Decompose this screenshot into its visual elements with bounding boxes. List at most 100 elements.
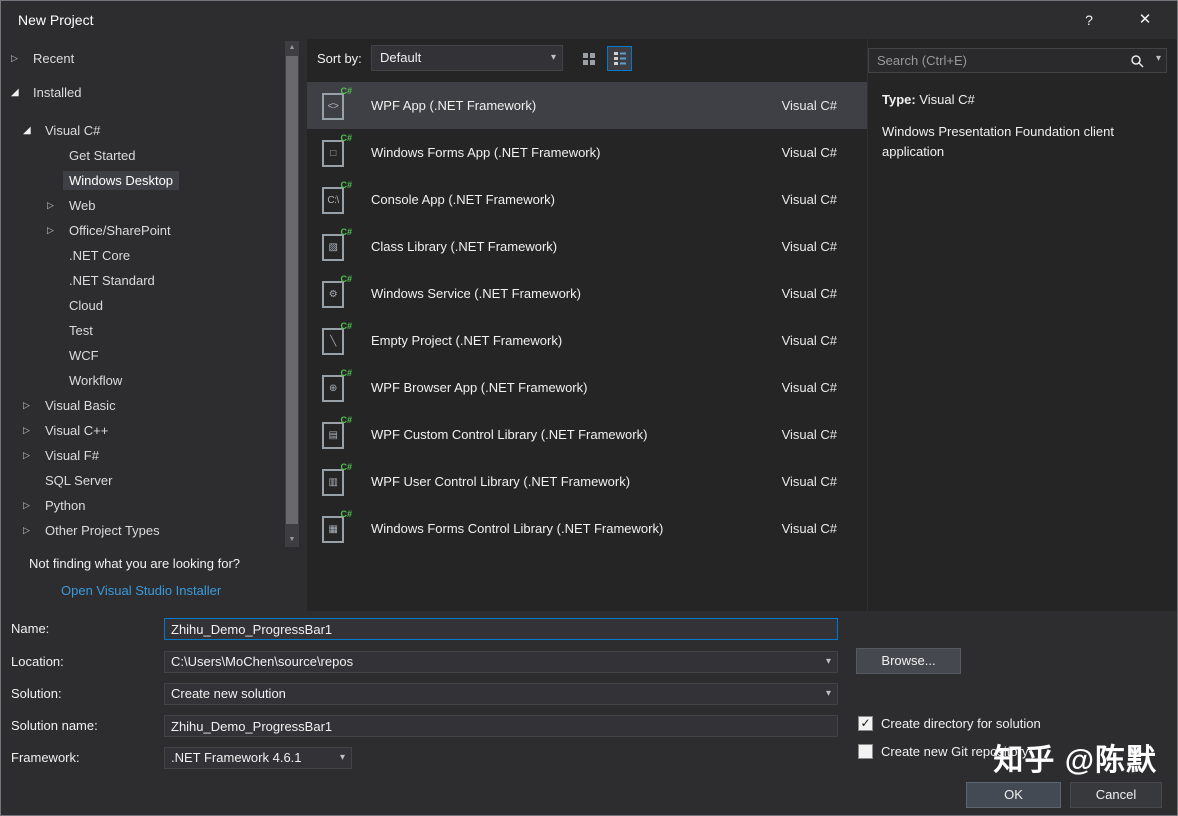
sidebar-item-visual-c-[interactable]: ◢ Visual C# bbox=[1, 118, 283, 143]
template-row[interactable]: <> C# WPF App (.NET Framework) Visual C# bbox=[307, 82, 867, 129]
sidebar-item-get-started[interactable]: Get Started bbox=[1, 143, 283, 168]
title-bar: New Project ? ✕ bbox=[1, 1, 1177, 39]
cancel-button[interactable]: Cancel bbox=[1070, 782, 1162, 808]
framework-value: .NET Framework 4.6.1 bbox=[171, 750, 302, 765]
template-row[interactable]: ▤ C# WPF Custom Control Library (.NET Fr… bbox=[307, 411, 867, 458]
sort-dropdown[interactable]: Default bbox=[371, 45, 563, 71]
tree-arrow-icon[interactable]: ◢ bbox=[21, 125, 39, 136]
wpf-user-control-icon: ▥ C# bbox=[319, 462, 353, 499]
sidebar-item-visual-basic[interactable]: ▷ Visual Basic bbox=[1, 393, 283, 418]
sidebar-item-web[interactable]: ▷ Web bbox=[1, 193, 283, 218]
solution-label: Solution: bbox=[11, 686, 62, 701]
checkbox-icon[interactable] bbox=[858, 744, 873, 759]
sidebar-item-wcf[interactable]: WCF bbox=[1, 343, 283, 368]
tree-arrow-icon[interactable]: ▷ bbox=[45, 225, 63, 236]
type-value: Visual C# bbox=[919, 92, 975, 107]
location-value: C:\Users\MoChen\source\repos bbox=[171, 654, 354, 669]
template-language: Visual C# bbox=[781, 286, 837, 301]
sidebar-item-other-project-types[interactable]: ▷ Other Project Types bbox=[1, 518, 283, 543]
sidebar-item-python[interactable]: ▷ Python bbox=[1, 493, 283, 518]
template-name: Windows Service (.NET Framework) bbox=[371, 286, 581, 301]
template-language: Visual C# bbox=[781, 145, 837, 160]
windows-service-icon: ⚙ C# bbox=[319, 274, 353, 311]
sidebar-item-visual-c-[interactable]: ▷ Visual C++ bbox=[1, 418, 283, 443]
create-directory-checkbox[interactable]: Create directory for solution bbox=[858, 716, 1041, 731]
scroll-down-icon[interactable] bbox=[285, 533, 299, 547]
csharp-badge: C# bbox=[340, 414, 352, 425]
tree-arrow-icon[interactable]: ▷ bbox=[21, 400, 39, 411]
csharp-badge: C# bbox=[340, 179, 352, 190]
tree-arrow-icon[interactable]: ▷ bbox=[21, 500, 39, 511]
checkbox-icon[interactable] bbox=[858, 716, 873, 731]
chevron-down-icon[interactable] bbox=[340, 748, 345, 768]
scroll-up-icon[interactable] bbox=[285, 41, 299, 55]
sidebar-tree: ▷ Recent ◢ Installed ◢ Visual C# Get Sta… bbox=[1, 46, 283, 543]
name-label: Name: bbox=[11, 621, 50, 636]
sidebar-item--net-core[interactable]: .NET Core bbox=[1, 243, 283, 268]
template-row[interactable]: C:\ C# Console App (.NET Framework) Visu… bbox=[307, 176, 867, 223]
sidebar-item-cloud[interactable]: Cloud bbox=[1, 293, 283, 318]
tree-item-label: Visual F# bbox=[45, 448, 99, 463]
sidebar-item-installed[interactable]: ◢ Installed bbox=[1, 80, 283, 105]
template-row[interactable]: ▧ C# Class Library (.NET Framework) Visu… bbox=[307, 223, 867, 270]
sidebar-item-test[interactable]: Test bbox=[1, 318, 283, 343]
tree-item-label: WCF bbox=[69, 348, 99, 363]
list-view-button[interactable] bbox=[607, 46, 632, 71]
template-row[interactable]: ▦ C# Windows Forms Control Library (.NET… bbox=[307, 505, 867, 552]
chevron-down-icon[interactable] bbox=[826, 652, 831, 672]
tree-arrow-icon[interactable]: ◢ bbox=[9, 87, 27, 98]
sidebar-item-sql-server[interactable]: SQL Server bbox=[1, 468, 283, 493]
help-icon[interactable]: ? bbox=[1073, 9, 1105, 31]
template-list: <> C# WPF App (.NET Framework) Visual C#… bbox=[307, 82, 867, 552]
open-installer-link[interactable]: Open Visual Studio Installer bbox=[61, 583, 221, 598]
template-language: Visual C# bbox=[781, 239, 837, 254]
sidebar-scrollbar[interactable] bbox=[285, 41, 299, 547]
search-options-chevron-icon[interactable] bbox=[1156, 53, 1161, 64]
template-row[interactable]: ⊕ C# WPF Browser App (.NET Framework) Vi… bbox=[307, 364, 867, 411]
sidebar-item-windows-desktop[interactable]: Windows Desktop bbox=[1, 168, 283, 193]
template-name: WPF App (.NET Framework) bbox=[371, 98, 537, 113]
sidebar-item-visual-f-[interactable]: ▷ Visual F# bbox=[1, 443, 283, 468]
browse-button[interactable]: Browse... bbox=[856, 648, 961, 674]
template-name: WPF Browser App (.NET Framework) bbox=[371, 380, 588, 395]
sidebar-item-workflow[interactable]: Workflow bbox=[1, 368, 283, 393]
name-field[interactable] bbox=[164, 618, 838, 640]
tree-item-label: Workflow bbox=[69, 373, 123, 388]
template-language: Visual C# bbox=[781, 380, 837, 395]
solution-combo[interactable]: Create new solution bbox=[164, 683, 838, 705]
search-box bbox=[868, 48, 1167, 73]
template-panel: Sort by: Default <> C# bbox=[307, 39, 867, 611]
tree-item-label: Visual C# bbox=[45, 123, 101, 138]
tree-arrow-icon[interactable]: ▷ bbox=[21, 450, 39, 461]
template-row[interactable]: ╲ C# Empty Project (.NET Framework) Visu… bbox=[307, 317, 867, 364]
framework-combo[interactable]: .NET Framework 4.6.1 bbox=[164, 747, 352, 769]
grid-view-button[interactable] bbox=[576, 46, 601, 71]
tree-arrow-icon[interactable]: ▷ bbox=[21, 525, 39, 536]
sort-dropdown-value: Default bbox=[380, 50, 422, 65]
chevron-down-icon[interactable] bbox=[826, 684, 831, 704]
template-language: Visual C# bbox=[781, 474, 837, 489]
tree-arrow-icon[interactable]: ▷ bbox=[45, 200, 63, 211]
template-name: WPF Custom Control Library (.NET Framewo… bbox=[371, 427, 648, 442]
template-language: Visual C# bbox=[781, 98, 837, 113]
template-name: Windows Forms App (.NET Framework) bbox=[371, 145, 601, 160]
location-combo[interactable]: C:\Users\MoChen\source\repos bbox=[164, 651, 838, 673]
template-name: WPF User Control Library (.NET Framework… bbox=[371, 474, 631, 489]
location-label: Location: bbox=[11, 654, 64, 669]
sidebar-item--net-standard[interactable]: .NET Standard bbox=[1, 268, 283, 293]
tree-arrow-icon[interactable]: ▷ bbox=[21, 425, 39, 436]
template-row[interactable]: □ C# Windows Forms App (.NET Framework) … bbox=[307, 129, 867, 176]
search-input[interactable] bbox=[869, 49, 1166, 72]
tree-arrow-icon[interactable]: ▷ bbox=[9, 53, 27, 64]
template-row[interactable]: ▥ C# WPF User Control Library (.NET Fram… bbox=[307, 458, 867, 505]
console-app-icon: C:\ C# bbox=[319, 179, 353, 217]
close-icon[interactable]: ✕ bbox=[1129, 9, 1161, 31]
sidebar-item-recent[interactable]: ▷ Recent bbox=[1, 46, 283, 71]
ok-button[interactable]: OK bbox=[966, 782, 1061, 808]
template-name: Empty Project (.NET Framework) bbox=[371, 333, 563, 348]
search-icon[interactable] bbox=[1130, 54, 1144, 68]
template-row[interactable]: ⚙ C# Windows Service (.NET Framework) Vi… bbox=[307, 270, 867, 317]
solution-name-field[interactable] bbox=[164, 715, 838, 737]
scrollbar-thumb[interactable] bbox=[286, 56, 298, 524]
sidebar-item-office-sharepoint[interactable]: ▷ Office/SharePoint bbox=[1, 218, 283, 243]
